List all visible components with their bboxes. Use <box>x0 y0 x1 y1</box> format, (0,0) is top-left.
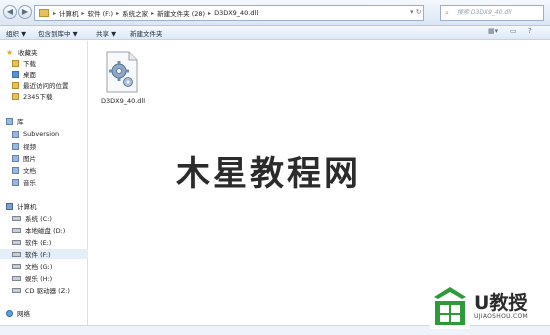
help-icon[interactable]: ? <box>528 27 532 35</box>
include-in-library-button[interactable]: 包含到库中 ▼ <box>38 28 78 38</box>
search-icon: ⌕ <box>445 9 449 17</box>
logo-text: U教授 <box>474 292 528 314</box>
sidebar-item-drive-f[interactable]: 软件 (F:) <box>0 249 88 259</box>
network-icon <box>6 309 13 317</box>
file-name: D3DX9_40.dll <box>100 97 146 105</box>
drive-icon <box>12 215 21 221</box>
chevron-right-icon: ▸ <box>151 9 155 17</box>
cd-drive-icon <box>12 287 21 293</box>
new-folder-button[interactable]: 新建文件夹 <box>130 28 163 38</box>
sidebar-item-label: 软件 (F:) <box>25 251 51 259</box>
picture-icon <box>12 154 19 162</box>
breadcrumb-subfolder[interactable]: 新建文件夹 (28) <box>157 8 205 18</box>
library-icon <box>6 117 13 125</box>
sidebar-network-header[interactable]: 网络 <box>6 308 94 318</box>
music-icon <box>12 178 19 186</box>
sidebar-item-label: 音乐 <box>23 179 36 187</box>
document-icon <box>12 166 19 174</box>
sidebar-item-label: 文档 <box>23 167 36 175</box>
address-bar[interactable]: ▸ 计算机 ▸ 软件 (F:) ▸ 系统之家 ▸ 新建文件夹 (28) ▸ D3… <box>34 5 424 21</box>
breadcrumb-folder[interactable]: 系统之家 <box>122 8 148 18</box>
sidebar-favorites-header[interactable]: ★ 收藏夹 <box>6 47 94 57</box>
star-icon: ★ <box>6 47 14 57</box>
sidebar-item-drive-e[interactable]: 软件 (E:) <box>0 237 88 247</box>
dll-gear-icon <box>106 51 138 93</box>
library-icon <box>12 130 19 138</box>
sidebar-item-drive-z[interactable]: CD 驱动器 (Z:) <box>0 285 88 295</box>
folder-icon <box>39 9 49 17</box>
view-icon[interactable]: ▦▾ <box>488 27 498 35</box>
sidebar-item-label: CD 驱动器 (Z:) <box>25 287 70 295</box>
sidebar-item-subversion[interactable]: Subversion <box>0 129 88 139</box>
forward-button[interactable]: ▶ <box>18 5 32 19</box>
desktop-icon <box>12 70 19 78</box>
sidebar-item-label: Subversion <box>23 130 60 138</box>
command-bar: 组织 ▼ 包含到库中 ▼ 共享 ▼ 新建文件夹 ▦▾ ▭ ? <box>0 26 550 40</box>
preview-pane-icon[interactable]: ▭ <box>510 27 517 35</box>
sidebar-header-label: 计算机 <box>17 203 37 211</box>
video-icon <box>12 142 19 150</box>
drive-icon <box>12 275 21 281</box>
sidebar-item-label: 本地磁盘 (D:) <box>25 227 66 235</box>
sidebar-item-drive-d[interactable]: 本地磁盘 (D:) <box>0 225 88 235</box>
sidebar-item-downloads[interactable]: 下载 <box>0 58 88 68</box>
sidebar-item-label: 视频 <box>23 143 36 151</box>
sidebar-item-drive-c[interactable]: 系统 (C:) <box>0 213 88 223</box>
sidebar-item-label: 图片 <box>23 155 36 163</box>
sidebar-item-drive-g[interactable]: 文档 (G:) <box>0 261 88 271</box>
sidebar-item-label: 2345下载 <box>23 93 53 101</box>
chevron-right-icon: ▸ <box>208 9 212 17</box>
sidebar-item-label: 文档 (G:) <box>25 263 53 271</box>
drive-icon <box>12 227 21 233</box>
drive-icon <box>12 251 21 257</box>
sidebar-item-recent[interactable]: 最近访问的位置 <box>0 80 88 90</box>
sidebar-header-label: 库 <box>17 118 24 126</box>
recent-places-icon <box>12 81 19 89</box>
sidebar-item-label: 娱乐 (H:) <box>25 275 53 283</box>
sidebar-item-pictures[interactable]: 图片 <box>0 153 88 163</box>
ujiaoshou-logo-icon <box>430 283 470 329</box>
sidebar-item-videos[interactable]: 视频 <box>0 141 88 151</box>
refresh-icon[interactable]: ▾ ↻ <box>410 8 422 16</box>
drive-icon <box>12 263 21 269</box>
breadcrumb-drive[interactable]: 软件 (F:) <box>88 8 114 18</box>
chevron-right-icon: ▸ <box>116 9 120 17</box>
drive-icon <box>12 239 21 245</box>
search-placeholder: 搜索 D3DX9_40.dll <box>457 9 512 16</box>
sidebar-item-documents[interactable]: 文档 <box>0 165 88 175</box>
sidebar-item-music[interactable]: 音乐 <box>0 177 88 187</box>
back-button[interactable]: ◀ <box>3 5 17 19</box>
share-button[interactable]: 共享 ▼ <box>96 28 116 38</box>
logo-subtext: UJIAOSHOU.COM <box>474 313 528 320</box>
sidebar-item-drive-h[interactable]: 娱乐 (H:) <box>0 273 88 283</box>
folder-icon <box>12 59 19 67</box>
folder-icon <box>12 92 19 100</box>
chevron-right-icon: ▸ <box>53 9 57 17</box>
sidebar-libraries-header[interactable]: 库 <box>6 116 94 126</box>
breadcrumb-current[interactable]: D3DX9_40.dll <box>214 9 258 17</box>
sidebar-item-2345-downloads[interactable]: 2345下载 <box>0 91 88 101</box>
sidebar-item-label: 最近访问的位置 <box>23 82 69 90</box>
sidebar-header-label: 收藏夹 <box>18 49 38 57</box>
sidebar-item-label: 系统 (C:) <box>25 215 52 223</box>
sidebar-item-label: 软件 (E:) <box>25 239 52 247</box>
sidebar-item-label: 下载 <box>23 60 36 68</box>
search-input[interactable]: ⌕ 搜索 D3DX9_40.dll <box>440 5 544 21</box>
sidebar-item-label: 桌面 <box>23 71 36 79</box>
breadcrumb-computer[interactable]: 计算机 <box>59 8 79 18</box>
sidebar-header-label: 网络 <box>17 310 30 318</box>
address-row: ◀ ▶ ▸ 计算机 ▸ 软件 (F:) ▸ 系统之家 ▸ 新建文件夹 (28) … <box>0 0 550 26</box>
sidebar-computer-header[interactable]: 计算机 <box>6 201 94 211</box>
watermark-text: 木星教程网 <box>176 154 361 194</box>
organize-button[interactable]: 组织 ▼ <box>6 28 26 38</box>
sidebar-item-desktop[interactable]: 桌面 <box>0 69 88 79</box>
computer-icon <box>6 202 13 210</box>
chevron-right-icon: ▸ <box>81 9 85 17</box>
navigation-pane: ★ 收藏夹 下载 桌面 最近访问的位置 2345下载 库 Subversion … <box>0 41 88 335</box>
